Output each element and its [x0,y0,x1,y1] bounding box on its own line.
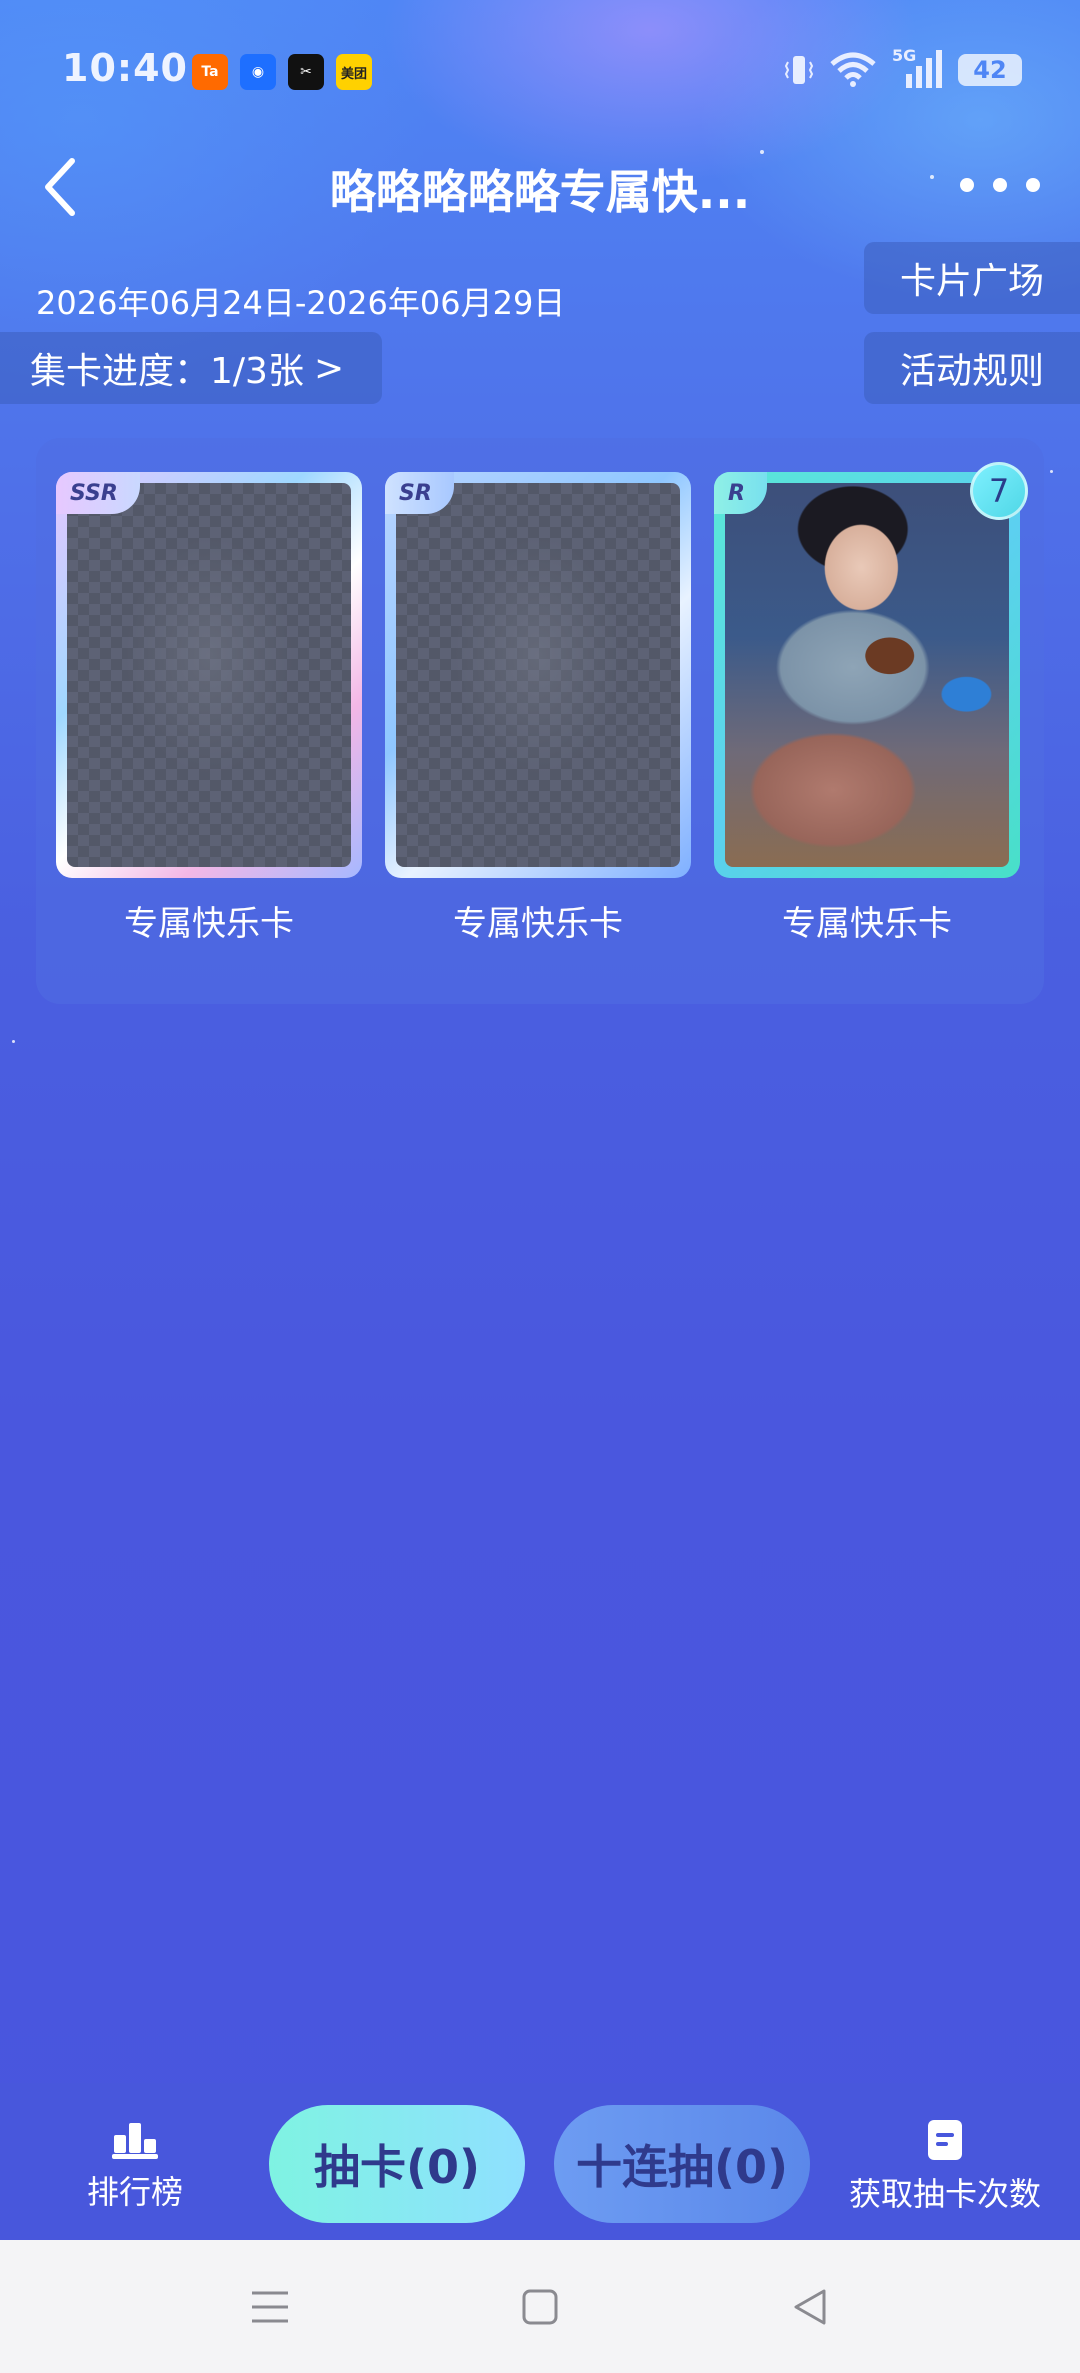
chevron-right-icon: > [313,347,345,389]
card-label: 专属快乐卡 [782,904,952,944]
meituan-icon: 美团 [336,54,372,90]
cellular-icon: 5G [892,46,944,90]
card-collection-panel: SSR 专属快乐卡 SR 专属快乐卡 R 7 专属快乐卡 [36,438,1044,1004]
back-arrow-icon [45,158,75,216]
more-dot-icon [960,178,974,192]
card-sr[interactable]: SR 专属快乐卡 [385,472,691,945]
status-indicators: 5G 42 [784,46,1022,90]
battery-indicator: 42 [958,54,1022,86]
signal-bars-icon [906,50,942,88]
sparkle [1050,470,1053,473]
rarity-badge: SR [385,472,454,514]
capcut-icon: ✂ [288,54,324,90]
page-title: 略略略略略专属快... [329,165,751,219]
youku-icon: ◉ [240,54,276,90]
card-r[interactable]: R 7 专属快乐卡 [714,462,1028,945]
card-label: 专属快乐卡 [453,904,623,944]
collection-progress-label: 集卡进度：1/3张 [30,351,304,392]
get-draw-chances-label: 获取抽卡次数 [848,2175,1041,2213]
card-image-locked [396,483,680,867]
card-ssr[interactable]: SSR 专属快乐卡 [56,472,362,945]
more-options-button[interactable] [960,165,1040,205]
back-triangle-icon[interactable] [790,2287,830,2327]
more-dot-icon [1026,178,1040,192]
more-dot-icon [993,178,1007,192]
activity-rules-button[interactable]: 活动规则 [864,332,1080,404]
status-time: 10:40 [62,46,188,90]
system-nav-bar [0,2240,1080,2373]
card-frame: R 7 [714,462,1028,878]
ranking-label: 排行榜 [86,2173,183,2211]
wifi-icon [830,52,876,87]
card-label: 专属快乐卡 [124,904,294,944]
ten-draw-button[interactable]: 十连抽(0) [554,2105,810,2223]
sparkle [930,175,934,179]
draw-card-button[interactable]: 抽卡(0) [269,2105,525,2223]
document-icon [928,2120,962,2160]
taobao-icon: Ta [192,54,228,90]
home-icon[interactable] [520,2287,560,2327]
vibrate-icon [784,56,814,84]
back-button[interactable] [30,152,90,222]
card-photo [725,483,1009,867]
collection-progress-button[interactable]: 集卡进度：1/3张 > [0,332,382,404]
card-frame: SSR [56,472,362,878]
card-count-badge: 7 [970,462,1028,520]
sparkle [12,1040,15,1043]
ranking-button[interactable]: 排行榜 [70,2119,200,2213]
sparkle [760,150,764,154]
card-frame: SR [385,472,691,878]
get-draw-chances-button[interactable]: 获取抽卡次数 [840,2119,1050,2215]
ranking-icon [112,2123,158,2159]
rarity-badge: SSR [56,472,140,514]
bottom-action-bar: 排行榜 抽卡(0) 十连抽(0) 获取抽卡次数 [0,2083,1080,2240]
card-image-locked [67,483,351,867]
status-bar: 10:40 Ta ◉ ✂ 美团 5G 42 [0,0,1080,140]
card-square-button[interactable]: 卡片广场 [864,242,1080,314]
event-date-range: 2026年06月24日-2026年06月29日 [36,284,566,322]
menu-icon[interactable] [250,2287,290,2327]
